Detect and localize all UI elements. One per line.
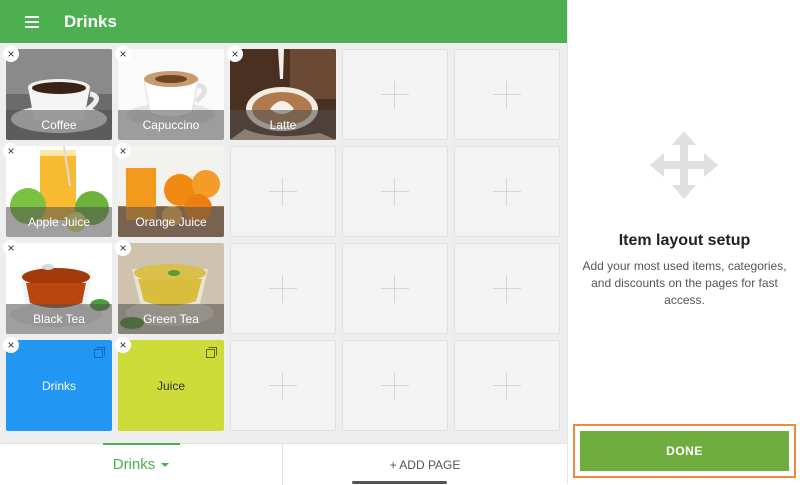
done-button[interactable]: DONE bbox=[580, 431, 789, 471]
empty-slot[interactable] bbox=[342, 340, 448, 431]
remove-item-icon[interactable]: × bbox=[3, 143, 19, 159]
item-label: Coffee bbox=[6, 110, 112, 140]
setup-title: Item layout setup bbox=[618, 232, 751, 249]
item-grid-panel: Drinks Coffee Capuccino Latte Apple Juic… bbox=[0, 0, 567, 485]
remove-item-icon[interactable]: × bbox=[115, 143, 131, 159]
empty-slot[interactable] bbox=[342, 49, 448, 140]
empty-slot[interactable] bbox=[454, 49, 560, 140]
category-tile-drinks[interactable]: Drinks bbox=[6, 340, 112, 431]
caret-down-icon bbox=[161, 462, 170, 467]
item-label: Capuccino bbox=[118, 110, 224, 140]
item-label: Orange Juice bbox=[118, 207, 224, 237]
plus-icon bbox=[493, 371, 521, 400]
done-highlight: DONE bbox=[573, 424, 796, 478]
item-label: Green Tea bbox=[118, 304, 224, 334]
item-tile-latte[interactable]: Latte bbox=[230, 49, 336, 140]
item-tile-coffee[interactable]: Coffee bbox=[6, 49, 112, 140]
plus-icon bbox=[493, 177, 521, 206]
item-label: Apple Juice bbox=[6, 207, 112, 237]
add-page-button[interactable]: + ADD PAGE bbox=[283, 444, 567, 485]
empty-slot[interactable] bbox=[454, 146, 560, 237]
remove-item-icon[interactable]: × bbox=[227, 46, 243, 62]
remove-item-icon[interactable]: × bbox=[3, 46, 19, 62]
empty-slot[interactable] bbox=[230, 146, 336, 237]
menu-button[interactable] bbox=[0, 0, 64, 43]
item-tile-capuccino[interactable]: Capuccino bbox=[118, 49, 224, 140]
setup-panel: Item layout setup Add your most used ite… bbox=[567, 0, 800, 484]
plus-icon bbox=[381, 274, 409, 303]
category-label: Drinks bbox=[41, 378, 76, 393]
empty-slot[interactable] bbox=[342, 146, 448, 237]
empty-slot[interactable] bbox=[454, 340, 560, 431]
remove-item-icon[interactable]: × bbox=[115, 337, 131, 353]
remove-item-icon[interactable]: × bbox=[115, 46, 131, 62]
tab-indicator bbox=[103, 443, 180, 445]
page-tab-drinks[interactable]: Drinks bbox=[0, 443, 282, 485]
category-tile-juice[interactable]: Juice bbox=[118, 340, 224, 431]
item-tile-orange-juice[interactable]: Orange Juice bbox=[118, 146, 224, 237]
plus-icon bbox=[269, 274, 297, 303]
item-tile-apple-juice[interactable]: Apple Juice bbox=[6, 146, 112, 237]
plus-icon bbox=[493, 80, 521, 109]
empty-slot[interactable] bbox=[342, 243, 448, 334]
app-bar: Drinks bbox=[0, 0, 567, 43]
plus-icon bbox=[269, 177, 297, 206]
page-tabs-bar: Drinks + ADD PAGE bbox=[0, 443, 567, 485]
item-grid: Coffee Capuccino Latte Apple Juice Orang… bbox=[0, 43, 567, 435]
plus-icon bbox=[381, 80, 409, 109]
empty-slot[interactable] bbox=[230, 243, 336, 334]
remove-item-icon[interactable]: × bbox=[115, 240, 131, 256]
category-label: Juice bbox=[156, 378, 185, 393]
plus-icon bbox=[493, 274, 521, 303]
remove-item-icon[interactable]: × bbox=[3, 337, 19, 353]
move-arrows-icon bbox=[650, 131, 718, 199]
plus-icon bbox=[269, 371, 297, 400]
item-label: Black Tea bbox=[6, 304, 112, 334]
empty-slot[interactable] bbox=[230, 340, 336, 431]
item-tile-green-tea[interactable]: Green Tea bbox=[118, 243, 224, 334]
page-tab-label: Drinks bbox=[112, 456, 156, 473]
item-tile-black-tea[interactable]: Black Tea bbox=[6, 243, 112, 334]
setup-description: Add your most used items, categories, an… bbox=[582, 259, 787, 307]
item-label: Latte bbox=[230, 110, 336, 140]
plus-icon bbox=[381, 177, 409, 206]
empty-slot[interactable] bbox=[454, 243, 560, 334]
hamburger-menu-icon bbox=[25, 15, 39, 28]
remove-item-icon[interactable]: × bbox=[3, 240, 19, 256]
plus-icon bbox=[381, 371, 409, 400]
page-title: Drinks bbox=[64, 11, 117, 31]
